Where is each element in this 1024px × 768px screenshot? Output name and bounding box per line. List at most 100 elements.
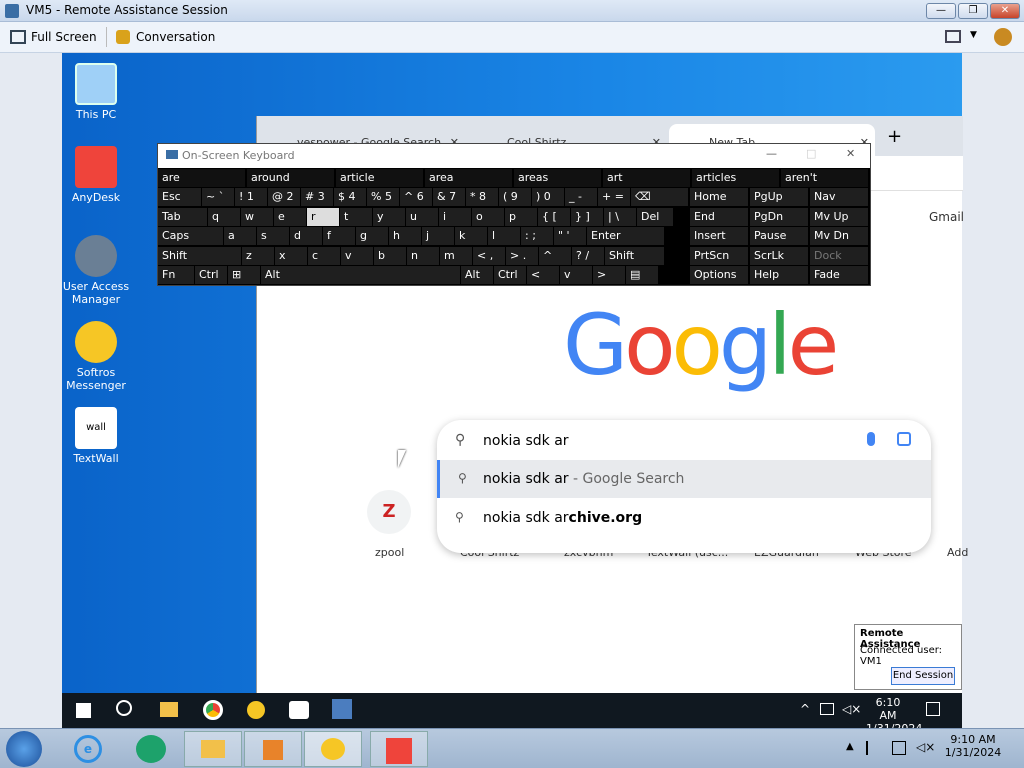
osk-key[interactable]: around	[247, 169, 334, 187]
osk-key[interactable]: l	[488, 227, 520, 245]
osk-key[interactable]: ~ `	[202, 188, 234, 206]
gmail-link[interactable]: Gmail	[929, 210, 964, 224]
osk-key[interactable]: Enter	[587, 227, 664, 245]
osk-key[interactable]: ▤	[626, 266, 658, 284]
volume-icon[interactable]: ◁×	[842, 702, 861, 716]
osk-key[interactable]: ^ 6	[400, 188, 432, 206]
osk-key[interactable]: Caps	[158, 227, 223, 245]
osk-key[interactable]: article	[336, 169, 423, 187]
osk-key[interactable]: y	[373, 207, 405, 226]
osk-key[interactable]: { [	[538, 207, 570, 226]
osk-key[interactable]: Esc	[158, 188, 201, 206]
osk-key[interactable]: a	[224, 227, 256, 245]
osk-key[interactable]: e	[274, 207, 306, 226]
desktop-icon-textwall[interactable]: wall TextWall	[62, 407, 136, 465]
osk-key[interactable]: | \	[604, 207, 636, 226]
windows-start-icon[interactable]	[76, 703, 91, 718]
search-input[interactable]: nokia sdk ar	[483, 433, 569, 449]
osk-key[interactable]: w	[241, 207, 273, 226]
osk-key[interactable]: ( 9	[499, 188, 531, 206]
osk-key[interactable]: PgUp	[750, 188, 808, 206]
osk-key[interactable]: o	[472, 207, 504, 226]
osk-key[interactable]: s	[257, 227, 289, 245]
desktop-icon-user-access-manager[interactable]: User Access Manager	[62, 235, 136, 306]
search-icon[interactable]	[116, 700, 132, 716]
osk-key[interactable]: Insert	[690, 227, 748, 245]
osk-key[interactable]: } ]	[571, 207, 603, 226]
network-icon[interactable]	[820, 703, 834, 715]
osk-key[interactable]: Pause	[750, 227, 808, 245]
osk-key[interactable]: ⌫	[631, 188, 688, 206]
osk-key[interactable]: _ -	[565, 188, 597, 206]
chat-app-icon[interactable]	[136, 735, 166, 763]
close-button[interactable]: ✕	[846, 147, 855, 160]
osk-key[interactable]: Shift	[605, 246, 664, 265]
notification-icon[interactable]	[926, 702, 940, 716]
explorer-taskbar-button[interactable]	[184, 731, 242, 767]
conversation-button[interactable]: Conversation	[136, 30, 215, 44]
chevron-down-icon[interactable]: ▼	[970, 30, 977, 40]
osk-key[interactable]: Ctrl	[195, 266, 227, 284]
softros-icon[interactable]	[247, 701, 265, 719]
osk-key[interactable]: Options	[690, 266, 748, 284]
end-session-button[interactable]: End Session	[891, 667, 955, 685]
host-clock[interactable]: 9:10 AM 1/31/2024	[940, 733, 1006, 759]
osk-key[interactable]: ) 0	[532, 188, 564, 206]
textwall-icon[interactable]	[289, 701, 309, 719]
desktop-icon-softros[interactable]: Softros Messenger	[62, 321, 136, 392]
osk-key[interactable]: % 5	[367, 188, 399, 206]
suggestion-row-2[interactable]: ⚲ nokia sdk archive.org	[437, 500, 931, 538]
osk-key[interactable]: articles	[692, 169, 779, 187]
file-explorer-icon[interactable]	[160, 702, 178, 717]
desktop-icon-this-pc[interactable]: This PC	[62, 63, 136, 121]
osk-key[interactable]: & 7	[433, 188, 465, 206]
full-screen-button[interactable]: Full Screen	[31, 30, 97, 44]
osk-key[interactable]: art	[603, 169, 690, 187]
osk-key[interactable]: r	[307, 207, 339, 226]
osk-key[interactable]: area	[425, 169, 512, 187]
osk-key[interactable]: v	[560, 266, 592, 284]
osk-key[interactable]: ! 1	[235, 188, 267, 206]
osk-key[interactable]: Del	[637, 207, 673, 226]
osk-key[interactable]: h	[389, 227, 421, 245]
osk-key[interactable]: t	[340, 207, 372, 226]
new-tab-icon[interactable]: +	[887, 126, 902, 147]
osk-key[interactable]: * 8	[466, 188, 498, 206]
chevron-up-icon[interactable]: ^	[800, 702, 810, 716]
osk-key[interactable]: are	[158, 169, 245, 187]
lens-icon[interactable]	[897, 432, 911, 446]
osk-key[interactable]: u	[406, 207, 438, 226]
osk-key[interactable]: ? /	[572, 246, 604, 265]
osk-key[interactable]: Fn	[158, 266, 194, 284]
osk-key[interactable]: Mv Up	[810, 207, 868, 226]
osk-key[interactable]: # 3	[301, 188, 333, 206]
display-icon[interactable]	[945, 30, 961, 43]
osk-key[interactable]: z	[242, 246, 274, 265]
osk-key[interactable]: Tab	[158, 207, 207, 226]
osk-key[interactable]: Shift	[158, 246, 241, 265]
osk-key[interactable]: j	[422, 227, 454, 245]
osk-key[interactable]: > .	[506, 246, 538, 265]
osk-key[interactable]: ScrLk	[750, 246, 808, 265]
suggestion-row-1[interactable]: ⚲ nokia sdk ar - Google Search	[437, 460, 931, 498]
windows-start-orb-icon[interactable]	[6, 731, 42, 767]
osk-key[interactable]: f	[323, 227, 355, 245]
osk-key[interactable]: areas	[514, 169, 601, 187]
osk-key[interactable]: Ctrl	[494, 266, 526, 284]
osk-key[interactable]: @ 2	[268, 188, 300, 206]
osk-key[interactable]: i	[439, 207, 471, 226]
conversation-taskbar-button[interactable]	[304, 731, 362, 767]
osk-key[interactable]: $ 4	[334, 188, 366, 206]
osk-key[interactable]: PrtScn	[690, 246, 748, 265]
osk-key[interactable]: Alt	[261, 266, 460, 284]
osk-key[interactable]: " '	[554, 227, 586, 245]
settings-icon[interactable]	[994, 28, 1012, 46]
anydesk-taskbar-button[interactable]	[370, 731, 428, 767]
flag-icon[interactable]	[866, 741, 878, 755]
osk-key[interactable]: + =	[598, 188, 630, 206]
osk-key[interactable]: : ;	[521, 227, 553, 245]
osk-key[interactable]: q	[208, 207, 240, 226]
osk-key[interactable]: p	[505, 207, 537, 226]
media-taskbar-button[interactable]	[244, 731, 302, 767]
internet-explorer-icon[interactable]: e	[74, 735, 102, 763]
